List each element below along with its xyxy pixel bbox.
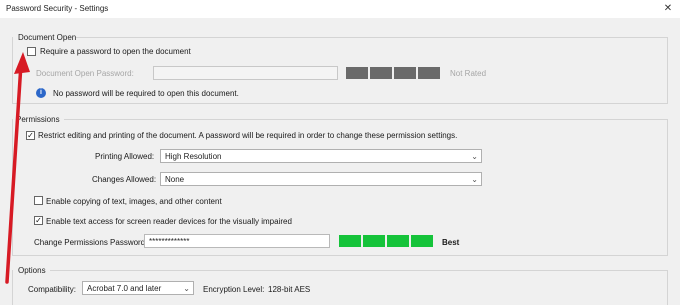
arrow-head — [14, 52, 30, 74]
arrow-shaft — [5, 62, 23, 284]
annotation-arrow — [5, 52, 30, 284]
